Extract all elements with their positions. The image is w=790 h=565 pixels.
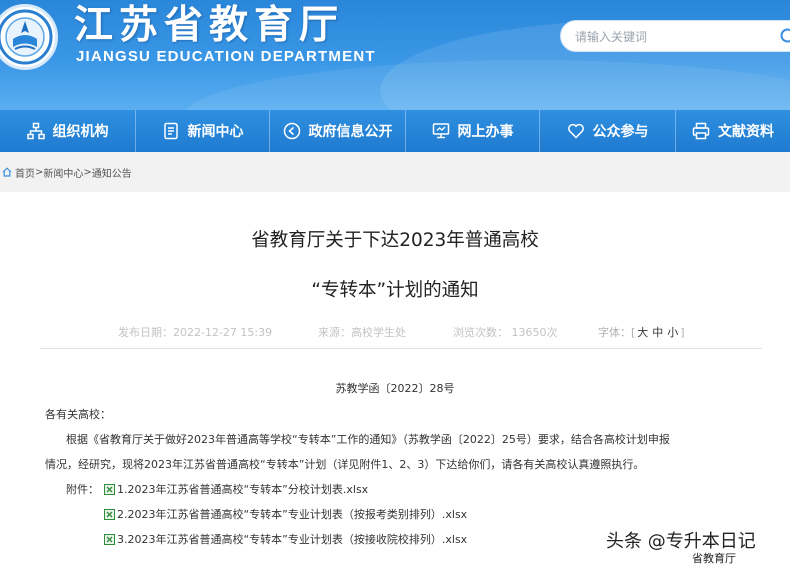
main-nav: 组织机构 新闻中心 政府信息公开 网上办事 公众参与 文献资料 [0, 110, 790, 152]
article-source: 来源：高校学生处 [318, 326, 406, 339]
view-count: 浏览次数： 13650次 [453, 326, 558, 339]
breadcrumb-separator: > [35, 166, 44, 178]
nav-label: 文献资料 [718, 124, 774, 140]
addressee: 各有关高校： [45, 408, 111, 421]
excel-file-icon [104, 534, 115, 548]
publish-date: 发布日期：2022-12-27 15:39 [118, 326, 273, 339]
org-chart-icon [26, 122, 45, 140]
meta-divider [40, 348, 762, 349]
watermark-subtitle: 省教育厅 [692, 552, 736, 565]
site-subtitle: JIANGSU EDUCATION DEPARTMENT [76, 48, 376, 65]
printer-icon [692, 122, 710, 140]
attachment-link-2[interactable]: 2.2023年江苏省普通高校“专转本”专业计划表（按报考类别排列）.xlsx [104, 506, 467, 523]
font-small-button[interactable]: 小 [665, 326, 680, 339]
breadcrumb-current[interactable]: 通知公告 [92, 165, 132, 180]
nav-label: 网上办事 [457, 124, 514, 140]
breadcrumb: 首页 > 新闻中心 > 通知公告 [0, 152, 790, 192]
monitor-icon [432, 123, 449, 139]
font-size-label: 字体：[ [598, 326, 636, 339]
site-title[interactable]: 江苏省教育厅 [74, 2, 344, 48]
article-title-line-2: “专转本”计划的通知 [311, 280, 479, 301]
body-paragraph-line-2: 情况，经研究，现将2023年江苏省普通高校“专转本”计划（详见附件1、2、3）下… [45, 458, 645, 471]
article-title-line-1: 省教育厅关于下达2023年普通高校 [251, 230, 539, 251]
education-emblem-icon[interactable] [0, 4, 58, 70]
home-icon [2, 167, 12, 177]
heart-icon [567, 123, 584, 139]
font-size-bracket: ] [680, 326, 685, 339]
attachment-name: 1.2023年江苏省普通高校“专转本”分校计划表.xlsx [117, 483, 369, 496]
nav-label: 新闻中心 [187, 124, 244, 140]
excel-file-icon [104, 509, 115, 523]
nav-label: 政府信息公开 [308, 124, 393, 140]
attachment-name: 3.2023年江苏省普通高校“专转本”专业计划表（按接收院校排列）.xlsx [117, 533, 468, 546]
breadcrumb-separator: > [83, 166, 92, 178]
nav-item-online-service[interactable]: 网上办事 [406, 110, 540, 152]
news-document-icon [163, 122, 178, 140]
search-icon[interactable] [779, 27, 790, 51]
search-input[interactable] [575, 28, 755, 46]
nav-item-public-participation[interactable]: 公众参与 [540, 110, 676, 152]
play-circle-icon [283, 122, 300, 140]
nav-label: 组织机构 [52, 124, 109, 140]
nav-label: 公众参与 [592, 124, 649, 140]
excel-file-icon [104, 484, 115, 498]
breadcrumb-home[interactable]: 首页 [15, 165, 35, 180]
body-paragraph-line-1: 根据《省教育厅关于做好2023年普通高等学校“专转本”工作的通知》（苏教学函〔2… [66, 433, 670, 446]
breadcrumb-news[interactable]: 新闻中心 [43, 165, 83, 180]
font-medium-button[interactable]: 中 [650, 326, 665, 339]
nav-item-news[interactable]: 新闻中心 [136, 110, 270, 152]
page: 江苏省教育厅 JIANGSU EDUCATION DEPARTMENT 组织机构 [0, 0, 790, 565]
attachment-name: 2.2023年江苏省普通高校“专转本”专业计划表（按报考类别排列）.xlsx [117, 508, 468, 521]
article-meta: 发布日期：2022-12-27 15:39 来源：高校学生处 浏览次数： 136… [118, 324, 758, 340]
attachment-link-1[interactable]: 1.2023年江苏省普通高校“专转本”分校计划表.xlsx [104, 481, 368, 498]
search-box [560, 20, 790, 52]
font-size-control: 字体：[大中小] [598, 324, 685, 340]
nav-item-documents[interactable]: 文献资料 [676, 110, 790, 152]
nav-item-gov-info[interactable]: 政府信息公开 [270, 110, 406, 152]
site-header: 江苏省教育厅 JIANGSU EDUCATION DEPARTMENT [0, 0, 790, 110]
nav-item-organization[interactable]: 组织机构 [0, 110, 136, 152]
font-large-button[interactable]: 大 [635, 326, 650, 339]
header-decoration [180, 60, 790, 110]
attachment-link-3[interactable]: 3.2023年江苏省普通高校“专转本”专业计划表（按接收院校排列）.xlsx [104, 531, 467, 548]
document-number: 苏教学函〔2022〕28号 [335, 382, 455, 395]
attachments-label: 附件： [66, 483, 99, 496]
